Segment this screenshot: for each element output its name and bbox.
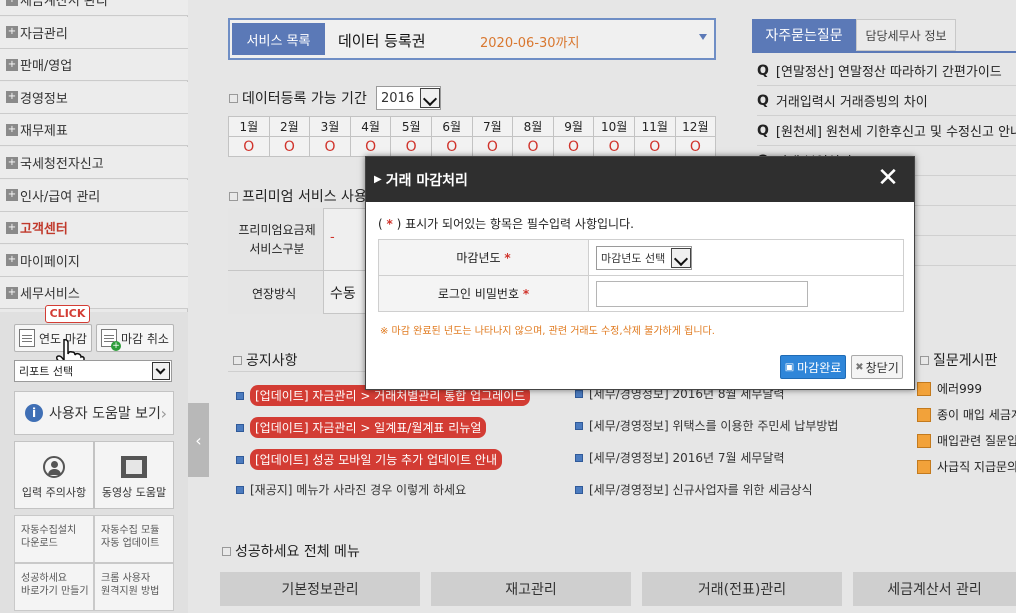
required-star: *: [522, 287, 530, 301]
password-label: 로그인 비밀번호: [437, 287, 519, 301]
password-label-cell: 로그인 비밀번호 *: [378, 275, 589, 312]
year-label: 마감년도: [456, 251, 501, 265]
required-star: *: [504, 251, 511, 265]
triangle-right-icon: ▶: [374, 174, 382, 185]
notice-prefix: (: [378, 217, 387, 231]
password-value-cell: [588, 275, 904, 312]
year-row: 마감년도 * 마감년도 선택: [378, 239, 904, 276]
close-year-select-value: 마감년도 선택: [601, 251, 666, 265]
modal-header: ▶ 거래 마감처리: [366, 157, 914, 202]
password-input[interactable]: [596, 280, 808, 307]
x-icon: ✖: [855, 361, 864, 373]
notice-text: ) 표시가 되어있는 항목은 필수입력 사항입니다.: [392, 217, 634, 231]
password-row: 로그인 비밀번호 *: [378, 275, 904, 312]
modal-title: 거래 마감처리: [385, 172, 468, 189]
year-value-cell: 마감년도 선택: [588, 239, 904, 276]
chevron-down-icon: [671, 247, 692, 268]
close-icon[interactable]: ✕: [876, 165, 900, 191]
disk-icon: ▣: [784, 361, 795, 373]
modal-close-label: 창닫기: [865, 360, 899, 375]
close-year-select[interactable]: 마감년도 선택: [596, 245, 693, 270]
confirm-close-label: 마감완료: [797, 360, 842, 375]
year-label-cell: 마감년도 *: [378, 239, 589, 276]
modal-close-button[interactable]: ✖ 창닫기: [851, 355, 903, 379]
confirm-close-button[interactable]: ▣ 마감완료: [780, 355, 846, 379]
close-form-table: 마감년도 * 마감년도 선택 로그인 비밀번호 *: [378, 239, 904, 312]
close-modal: ▶ 거래 마감처리 ✕ ( * ) 표시가 되어있는 항목은 필수입력 사항입니…: [365, 156, 915, 390]
required-notice: ( * ) 표시가 되어있는 항목은 필수입력 사항입니다.: [378, 215, 634, 232]
close-warning: ※ 마감 완료된 년도는 나타나지 않으며, 관련 거래도 수정,삭제 불가하게…: [380, 326, 715, 337]
